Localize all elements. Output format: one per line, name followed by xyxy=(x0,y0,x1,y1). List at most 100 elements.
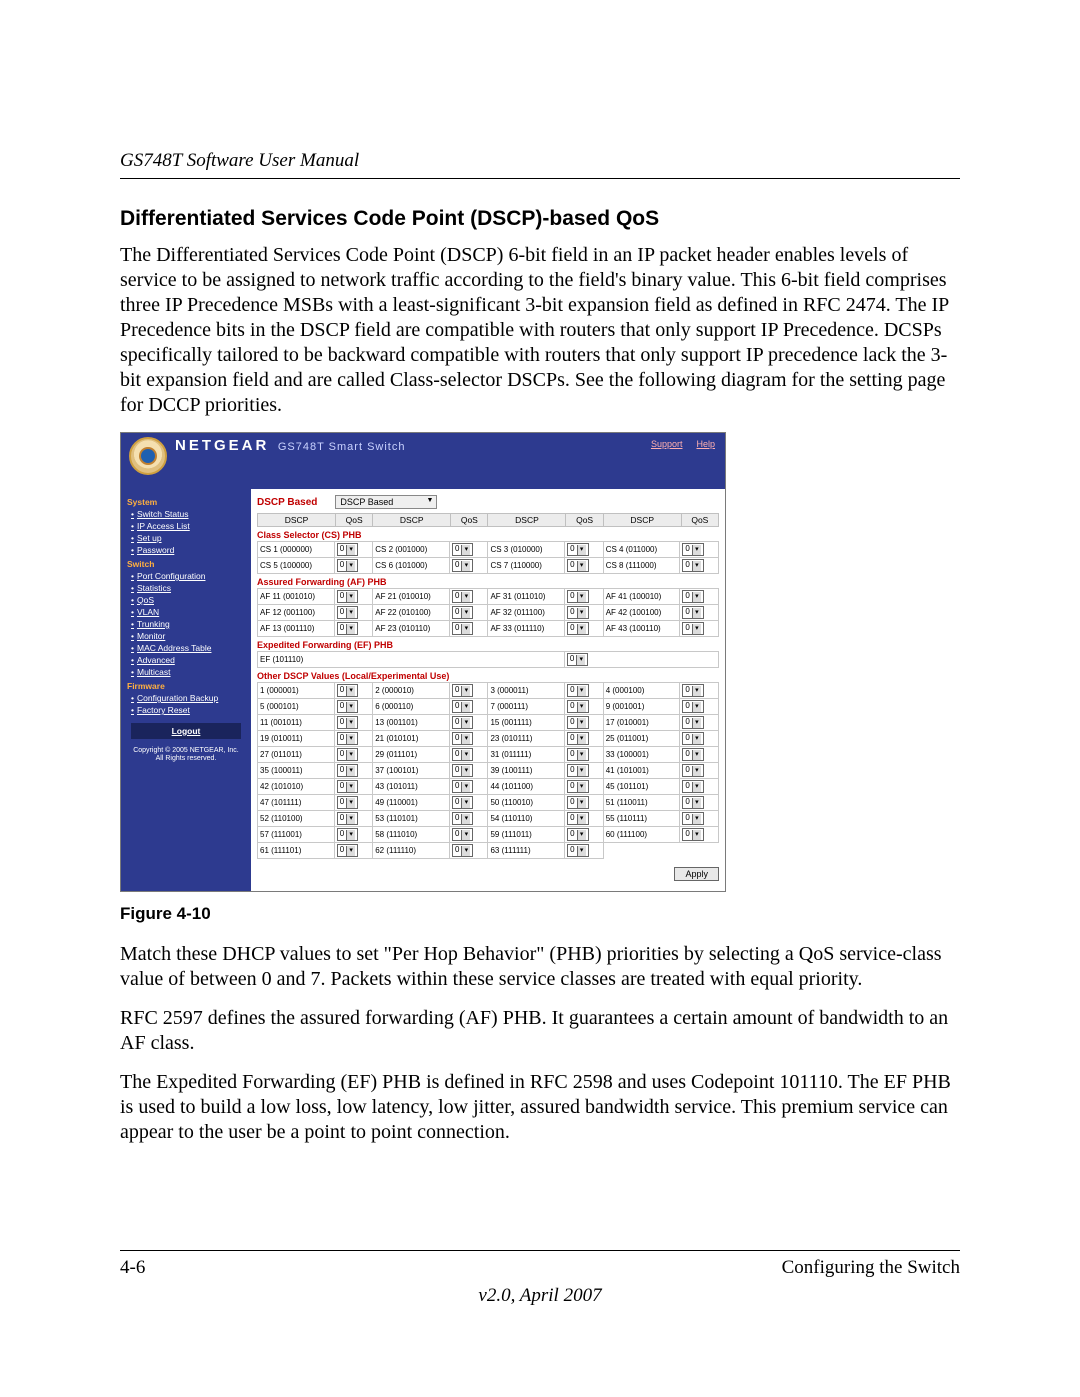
qos-select[interactable]: 0▾ xyxy=(682,828,703,841)
sidebar-item[interactable]: •Advanced xyxy=(131,655,245,665)
qos-select[interactable]: 0▾ xyxy=(337,844,358,857)
dscp-label: AF 22 (010100) xyxy=(373,605,450,621)
dscp-label: 39 (100111) xyxy=(488,763,565,779)
qos-select[interactable]: 0▾ xyxy=(682,622,703,635)
qos-select[interactable]: 0▾ xyxy=(567,543,588,556)
qos-select[interactable]: 0▾ xyxy=(337,796,358,809)
qos-select[interactable]: 0▾ xyxy=(452,606,473,619)
sidebar-item[interactable]: •Port Configuration xyxy=(131,571,245,581)
qos-select[interactable]: 0▾ xyxy=(452,844,473,857)
help-link[interactable]: Help xyxy=(696,439,715,449)
qos-select[interactable]: 0▾ xyxy=(682,748,703,761)
qos-select[interactable]: 0▾ xyxy=(452,543,473,556)
qos-select[interactable]: 0▾ xyxy=(682,606,703,619)
support-link[interactable]: Support xyxy=(651,439,683,449)
qos-select[interactable]: 0▾ xyxy=(682,590,703,603)
table-row: EF (101110)0▾ xyxy=(258,652,719,668)
qos-select[interactable]: 0▾ xyxy=(452,700,473,713)
qos-select[interactable]: 0▾ xyxy=(337,780,358,793)
dscp-label: 53 (110101) xyxy=(373,811,450,827)
qos-mode-select[interactable]: DSCP Based xyxy=(335,495,437,509)
qos-select[interactable]: 0▾ xyxy=(567,606,588,619)
qos-select[interactable]: 0▾ xyxy=(452,622,473,635)
sidebar-item[interactable]: •Statistics xyxy=(131,583,245,593)
qos-select[interactable]: 0▾ xyxy=(452,684,473,697)
sidebar-item[interactable]: •Switch Status xyxy=(131,509,245,519)
sidebar-item[interactable]: •Set up xyxy=(131,533,245,543)
qos-select[interactable]: 0▾ xyxy=(337,764,358,777)
sidebar-item[interactable]: •QoS xyxy=(131,595,245,605)
qos-select[interactable]: 0▾ xyxy=(452,716,473,729)
qos-select[interactable]: 0▾ xyxy=(682,543,703,556)
dscp-table: EF (101110)0▾ xyxy=(257,651,719,668)
qos-select[interactable]: 0▾ xyxy=(567,622,588,635)
qos-select[interactable]: 0▾ xyxy=(452,764,473,777)
qos-select[interactable]: 0▾ xyxy=(682,732,703,745)
dscp-label: 52 (110100) xyxy=(258,811,335,827)
logout-button[interactable]: Logout xyxy=(131,723,241,739)
qos-select[interactable]: 0▾ xyxy=(337,606,358,619)
qos-select[interactable]: 0▾ xyxy=(452,812,473,825)
qos-select[interactable]: 0▾ xyxy=(337,812,358,825)
sidebar-item[interactable]: •Password xyxy=(131,545,245,555)
qos-select[interactable]: 0▾ xyxy=(682,700,703,713)
qos-select[interactable]: 0▾ xyxy=(567,684,588,697)
qos-select[interactable]: 0▾ xyxy=(567,590,588,603)
qos-select[interactable]: 0▾ xyxy=(682,716,703,729)
qos-select[interactable]: 0▾ xyxy=(567,559,588,572)
sidebar-item[interactable]: •Factory Reset xyxy=(131,705,245,715)
qos-select[interactable]: 0▾ xyxy=(452,559,473,572)
sidebar-item[interactable]: •Configuration Backup xyxy=(131,693,245,703)
sidebar-item[interactable]: •VLAN xyxy=(131,607,245,617)
qos-select[interactable]: 0▾ xyxy=(337,622,358,635)
qos-select[interactable]: 0▾ xyxy=(337,684,358,697)
qos-select[interactable]: 0▾ xyxy=(567,828,588,841)
qos-select[interactable]: 0▾ xyxy=(682,764,703,777)
qos-select[interactable]: 0▾ xyxy=(452,732,473,745)
qos-select[interactable]: 0▾ xyxy=(682,796,703,809)
qos-select[interactable]: 0▾ xyxy=(337,543,358,556)
qos-select[interactable]: 0▾ xyxy=(452,828,473,841)
group-title: Other DSCP Values (Local/Experimental Us… xyxy=(257,671,719,681)
qos-select[interactable]: 0▾ xyxy=(567,732,588,745)
table-row: 35 (100011)0▾37 (100101)0▾39 (100111)0▾4… xyxy=(258,763,719,779)
qos-select[interactable]: 0▾ xyxy=(567,716,588,729)
qos-select[interactable]: 0▾ xyxy=(337,559,358,572)
qos-select[interactable]: 0▾ xyxy=(567,653,588,666)
sidebar-item[interactable]: •MAC Address Table xyxy=(131,643,245,653)
qos-select[interactable]: 0▾ xyxy=(567,796,588,809)
sidebar-item[interactable]: •IP Access List xyxy=(131,521,245,531)
qos-select[interactable]: 0▾ xyxy=(337,716,358,729)
qos-select[interactable]: 0▾ xyxy=(567,812,588,825)
page-footer: 4-6 Configuring the Switch v2.0, April 2… xyxy=(120,1250,960,1307)
dscp-label: 29 (011101) xyxy=(373,747,450,763)
dscp-label: 23 (010111) xyxy=(488,731,565,747)
dscp-table: AF 11 (001010)0▾AF 21 (010010)0▾AF 31 (0… xyxy=(257,588,719,637)
qos-select[interactable]: 0▾ xyxy=(682,559,703,572)
qos-select[interactable]: 0▾ xyxy=(337,700,358,713)
apply-button[interactable]: Apply xyxy=(674,867,719,881)
qos-select[interactable]: 0▾ xyxy=(567,764,588,777)
qos-select[interactable]: 0▾ xyxy=(452,590,473,603)
qos-select[interactable]: 0▾ xyxy=(567,780,588,793)
sidebar-item[interactable]: •Multicast xyxy=(131,667,245,677)
sidebar-item[interactable]: •Trunking xyxy=(131,619,245,629)
copyright-text: Copyright © 2005 NETGEAR, Inc.All Rights… xyxy=(127,747,245,764)
qos-select[interactable]: 0▾ xyxy=(452,748,473,761)
qos-select[interactable]: 0▾ xyxy=(452,796,473,809)
qos-select[interactable]: 0▾ xyxy=(337,590,358,603)
manual-page: GS748T Software User Manual Differentiat… xyxy=(0,0,1080,1397)
qos-select[interactable]: 0▾ xyxy=(682,684,703,697)
qos-select[interactable]: 0▾ xyxy=(337,748,358,761)
qos-select[interactable]: 0▾ xyxy=(567,844,588,857)
qos-select[interactable]: 0▾ xyxy=(337,828,358,841)
qos-select[interactable]: 0▾ xyxy=(567,748,588,761)
qos-select[interactable]: 0▾ xyxy=(337,732,358,745)
qos-select[interactable]: 0▾ xyxy=(567,700,588,713)
qos-select[interactable]: 0▾ xyxy=(682,780,703,793)
qos-select[interactable]: 0▾ xyxy=(682,812,703,825)
table-row: 52 (110100)0▾53 (110101)0▾54 (110110)0▾5… xyxy=(258,811,719,827)
qos-select[interactable]: 0▾ xyxy=(452,780,473,793)
sidebar-item[interactable]: •Monitor xyxy=(131,631,245,641)
dscp-label: AF 33 (011110) xyxy=(488,621,565,637)
